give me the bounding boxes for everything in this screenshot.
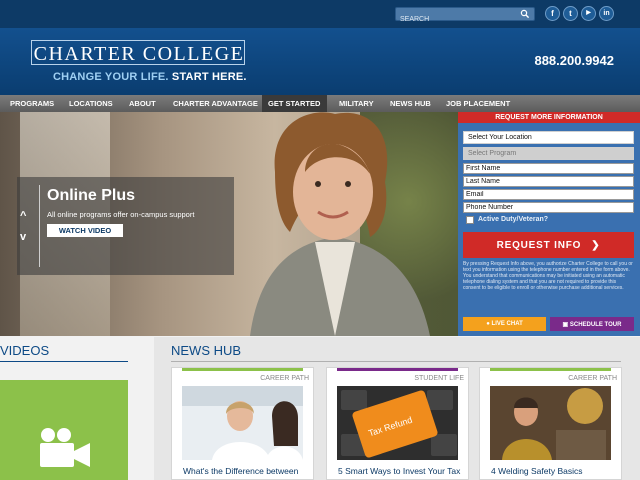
last-name-field[interactable]	[463, 176, 634, 187]
location-select[interactable]: Select Your Location	[463, 131, 634, 144]
live-chat-button[interactable]: ● LIVE CHAT	[463, 317, 546, 331]
youtube-icon[interactable]: ▶	[581, 6, 596, 21]
facebook-icon[interactable]: f	[545, 6, 560, 21]
news-hub-divider	[171, 361, 621, 362]
tagline-part-b: START HERE.	[171, 71, 247, 83]
card-headline: 5 Smart Ways to Invest Your Tax Refund	[338, 466, 461, 480]
hero-banner: ^ v Online Plus All online programs offe…	[0, 112, 458, 336]
carousel-down-arrow-icon[interactable]: v	[20, 232, 26, 243]
hero-subtitle: All online programs offer on-campus supp…	[47, 210, 195, 219]
search-input[interactable]	[396, 13, 516, 26]
schedule-tour-button[interactable]: ▣ SCHEDULE TOUR	[550, 317, 634, 331]
tagline: CHANGE YOUR LIFE. START HERE.	[53, 71, 247, 83]
card-image-tax-refund-key: Tax Refund	[337, 386, 458, 460]
videos-heading: VIDEOS	[0, 343, 50, 358]
nav-item-charter-advantage[interactable]: CHARTER ADVANTAGE	[167, 95, 264, 112]
chevron-right-icon: ❯	[591, 239, 601, 251]
hero-title: Online Plus	[47, 187, 136, 204]
twitter-icon[interactable]: t	[563, 6, 578, 21]
phone-number[interactable]: 888.200.9942	[534, 53, 614, 68]
nav-item-news-hub[interactable]: NEWS HUB	[384, 95, 437, 112]
card-image-welder	[490, 386, 611, 460]
video-tile[interactable]	[0, 380, 128, 480]
search-box[interactable]	[395, 7, 535, 26]
linkedin-icon[interactable]: in	[599, 6, 614, 21]
card-image-pharmacists	[182, 386, 303, 460]
phone-field[interactable]	[463, 202, 634, 213]
hero-caption-panel: ^ v Online Plus All online programs offe…	[17, 177, 234, 275]
news-card[interactable]: CAREER PATH What's the Difference betwee…	[171, 367, 314, 480]
nav-item-locations[interactable]: LOCATIONS	[63, 95, 119, 112]
watch-video-button[interactable]: WATCH VIDEO	[47, 224, 123, 237]
card-category: STUDENT LIFE	[414, 375, 464, 382]
request-info-form: REQUEST MORE INFORMATION Select Your Loc…	[458, 112, 640, 336]
logo-text: CHARTER COLLEGE	[33, 43, 245, 65]
logo[interactable]: CHARTER COLLEGE	[31, 40, 245, 65]
news-card[interactable]: CAREER PATH 4 Welding Safety Basics	[479, 367, 622, 480]
live-chat-label: LIVE CHAT	[491, 321, 523, 327]
videos-divider	[0, 361, 128, 362]
card-category: CAREER PATH	[260, 375, 309, 382]
carousel-up-arrow-icon[interactable]: ^	[20, 211, 26, 222]
video-camera-icon	[40, 428, 90, 467]
nav-item-about[interactable]: ABOUT	[123, 95, 162, 112]
tagline-part-a: CHANGE YOUR LIFE.	[53, 71, 169, 83]
request-info-button[interactable]: REQUEST INFO ❯	[463, 232, 634, 258]
form-title: REQUEST MORE INFORMATION	[458, 112, 640, 123]
search-icon[interactable]	[520, 9, 530, 19]
email-field[interactable]	[463, 189, 634, 200]
veteran-label: Active Duty/Veteran?	[478, 216, 549, 223]
card-headline: What's the Difference between Brand Name…	[183, 466, 299, 480]
main-nav: PROGRAMS LOCATIONS ABOUT CHARTER ADVANTA…	[0, 95, 640, 112]
hero-photo-woman	[250, 112, 430, 336]
card-category-bar	[337, 368, 458, 371]
card-category: CAREER PATH	[568, 375, 617, 382]
nav-item-job-placement[interactable]: JOB PLACEMENT	[440, 95, 516, 112]
request-info-label: REQUEST INFO	[496, 239, 582, 251]
card-headline: 4 Welding Safety Basics	[491, 466, 583, 476]
consent-disclaimer: By pressing Request Info above, you auth…	[463, 261, 633, 291]
news-hub-heading: NEWS HUB	[171, 343, 242, 358]
schedule-tour-label: SCHEDULE TOUR	[569, 321, 622, 328]
news-card[interactable]: STUDENT LIFE Tax Refund 5 Smart Ways to …	[326, 367, 469, 480]
nav-item-programs[interactable]: PROGRAMS	[4, 95, 60, 112]
caption-divider	[39, 185, 40, 267]
first-name-field[interactable]	[463, 163, 634, 174]
veteran-checkbox[interactable]	[466, 216, 474, 224]
site-header: CHARTER COLLEGE CHANGE YOUR LIFE. START …	[0, 28, 640, 95]
top-bar: f t ▶ in	[0, 0, 640, 28]
card-category-bar	[490, 368, 611, 371]
nav-item-get-started[interactable]: GET STARTED	[262, 95, 327, 112]
card-category-bar	[182, 368, 303, 371]
program-select[interactable]: Select Program	[463, 147, 634, 160]
nav-item-military[interactable]: MILITARY	[333, 95, 380, 112]
